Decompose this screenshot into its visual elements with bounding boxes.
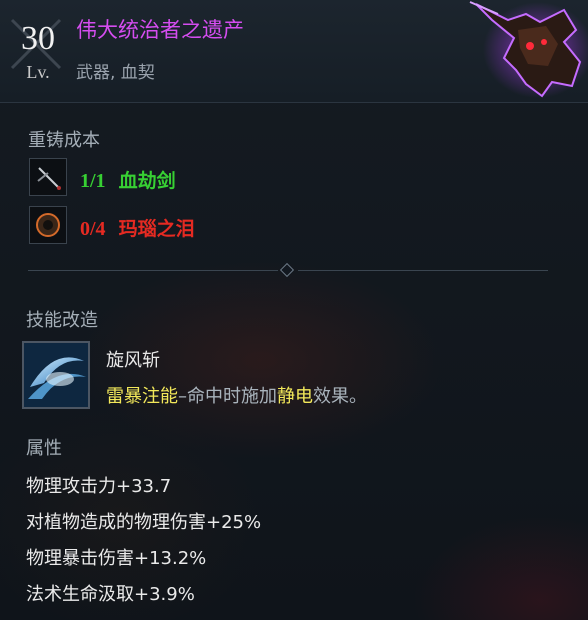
reforge-cost-title: 重铸成本	[28, 130, 100, 151]
skill-name: 旋风斩	[106, 350, 160, 371]
attribute-line: 法术生命汲取+3.9%	[26, 584, 195, 605]
item-level: 30	[21, 20, 55, 57]
attribute-line: 对植物造成的物理伤害+25%	[26, 512, 262, 533]
skill-mod-title: 技能改造	[26, 310, 98, 331]
agate-tear-icon	[29, 206, 67, 244]
item-name: 伟大统治者之遗产	[76, 18, 244, 42]
item-header: 30 Lv. 伟大统治者之遗产 武器, 血契	[0, 0, 588, 103]
modifier-text-tail: 效果。	[313, 386, 367, 407]
sword-icon	[29, 158, 67, 196]
status-effect-name: 静电	[277, 386, 313, 407]
weapon-artwork-icon	[469, 1, 588, 98]
attributes-title: 属性	[26, 438, 62, 459]
skill-modifier-description: 雷暴注能–命中时施加静电效果。	[106, 382, 367, 408]
material-row: 0/4 玛瑙之泪	[80, 214, 195, 241]
material-name: 玛瑙之泪	[118, 218, 195, 240]
attribute-line: 物理攻击力+33.7	[26, 476, 172, 497]
modifier-name: 雷暴注能	[106, 386, 178, 407]
modifier-text: –命中时施加	[178, 386, 277, 407]
item-type: 武器, 血契	[76, 63, 155, 83]
level-label: Lv.	[26, 62, 50, 82]
material-name: 血劫剑	[118, 170, 176, 192]
whirlwind-skill-icon	[22, 341, 90, 409]
material-row: 1/1 血劫剑	[80, 166, 176, 193]
attribute-line: 物理暴击伤害+13.2%	[26, 548, 207, 569]
section-divider	[28, 262, 548, 278]
material-count: 1/1	[80, 170, 106, 192]
level-badge: 30 Lv.	[8, 14, 64, 84]
material-count: 0/4	[80, 218, 106, 240]
